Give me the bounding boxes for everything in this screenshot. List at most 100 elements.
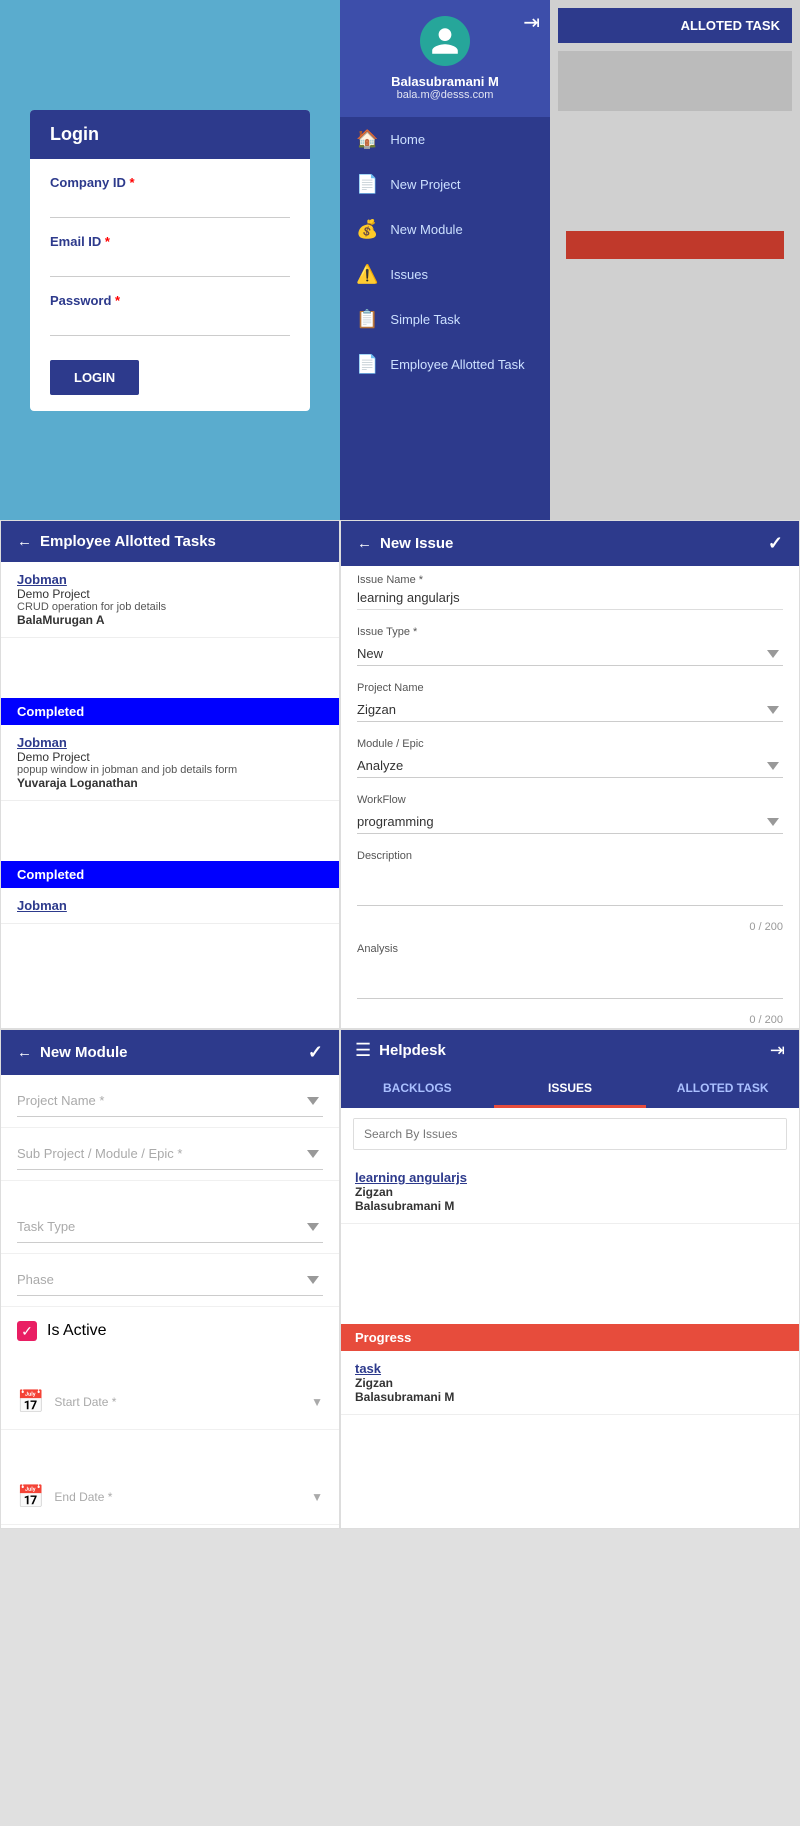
sidebar-item-new-project[interactable]: 📄 New Project [340, 162, 550, 207]
dropdown-arrow-icon[interactable]: ▼ [311, 1395, 323, 1409]
workflow-field: WorkFlow programming [341, 786, 799, 842]
task-item-2: Jobman Demo Project popup window in jobm… [1, 725, 339, 801]
analysis-textarea[interactable] [357, 959, 783, 999]
password-field: Password * [50, 293, 290, 336]
sidebar-item-issues[interactable]: ⚠️ Issues [340, 252, 550, 297]
is-active-row: ✓ Is Active [1, 1307, 339, 1355]
issue-assignee-1: Balasubramani M [355, 1199, 785, 1213]
sidebar-item-label: New Project [390, 177, 460, 192]
new-module-title: New Module [40, 1044, 128, 1061]
back-arrow-icon[interactable]: ← [17, 533, 32, 550]
issue-title-progress[interactable]: task [355, 1361, 785, 1376]
sidebar-user-name: Balasubramani M [356, 74, 534, 89]
is-active-checkbox[interactable]: ✓ [17, 1321, 37, 1341]
sidebar-item-home[interactable]: 🏠 Home [340, 117, 550, 162]
sidebar-panel: Balasubramani M bala.m@desss.com ⇥ 🏠 Hom… [340, 0, 800, 520]
phase-field: Phase [1, 1254, 339, 1307]
company-id-field: Company ID * [50, 175, 290, 218]
description-char-count: 0 / 200 [341, 919, 799, 935]
spacer2 [1, 1355, 339, 1375]
helpdesk-panel: ☰ Helpdesk ⇥ BACKLOGS ISSUES ALLOTED TAS… [340, 1029, 800, 1529]
tab-alloted-task[interactable]: ALLOTED TASK [646, 1071, 799, 1108]
new-module-header: ← New Module ✓ [1, 1030, 339, 1075]
sidebar-item-new-module[interactable]: 💰 New Module [340, 207, 550, 252]
dropdown-arrow-icon-2[interactable]: ▼ [311, 1490, 323, 1504]
task-project-2[interactable]: Jobman [17, 735, 323, 750]
new-module-panel: ← New Module ✓ Project Name * Sub Projec… [0, 1029, 340, 1529]
check-icon-2[interactable]: ✓ [308, 1042, 323, 1063]
description-label: Description [357, 850, 783, 862]
email-label: Email ID * [50, 234, 290, 249]
project-name-field: Project Name Zigzan [341, 674, 799, 730]
task-desc-2: popup window in jobman and job details f… [17, 764, 323, 776]
sidebar-user-wrap: Balasubramani M bala.m@desss.com ⇥ [340, 0, 550, 117]
task-type-select[interactable]: Task Type [17, 1211, 323, 1243]
helpdesk-logout-icon[interactable]: ⇥ [770, 1040, 785, 1061]
task-project[interactable]: Jobman [17, 572, 323, 587]
task-desc: CRUD operation for job details [17, 601, 323, 613]
new-issue-title: New Issue [380, 535, 453, 552]
end-date-row: 📅 End Date * ▼ [1, 1470, 339, 1525]
login-body: Company ID * Email ID * Password * [30, 159, 310, 411]
sidebar-item-emp-allotted[interactable]: 📄 Employee Allotted Task [340, 342, 550, 387]
helpdesk-search [353, 1118, 787, 1150]
password-input[interactable] [50, 312, 290, 336]
tab-issues[interactable]: ISSUES [494, 1071, 647, 1108]
emp-tasks-title: Employee Allotted Tasks [40, 533, 216, 550]
task-name-2: Demo Project [17, 750, 323, 764]
description-textarea[interactable] [357, 866, 783, 906]
issue-title-1[interactable]: learning angularjs [355, 1170, 785, 1185]
emp-tasks-panel: ← Employee Allotted Tasks Jobman Demo Pr… [0, 520, 340, 1029]
check-icon[interactable]: ✓ [768, 533, 783, 554]
password-label: Password * [50, 293, 290, 308]
issue-name-field: Issue Name * learning angularjs [341, 566, 799, 618]
company-id-input[interactable] [50, 194, 290, 218]
task-icon: 📋 [356, 309, 378, 330]
login-header: Login [30, 110, 310, 159]
project-name-select[interactable]: Zigzan [357, 698, 783, 722]
sidebar-menu: Balasubramani M bala.m@desss.com ⇥ 🏠 Hom… [340, 0, 550, 520]
sidebar-item-simple-task[interactable]: 📋 Simple Task [340, 297, 550, 342]
issue-type-select[interactable]: New Bug Enhancement [357, 642, 783, 666]
module-select[interactable]: Analyze [357, 754, 783, 778]
new-issue-panel: ← New Issue ✓ Issue Name * learning angu… [340, 520, 800, 1029]
task-assignee-2: Yuvaraja Loganathan [17, 776, 323, 790]
issue-assignee-progress: Balasubramani M [355, 1390, 785, 1404]
logout-icon[interactable]: ⇥ [523, 10, 540, 35]
analysis-label: Analysis [357, 943, 783, 955]
progress-bar: Progress [341, 1324, 799, 1351]
task-assignee: BalaMurugan A [17, 613, 323, 627]
workflow-select[interactable]: programming [357, 810, 783, 834]
task-project-3[interactable]: Jobman [17, 898, 323, 913]
email-input[interactable] [50, 253, 290, 277]
tab-backlogs[interactable]: BACKLOGS [341, 1071, 494, 1108]
issue-project-1: Zigzan [355, 1185, 785, 1199]
description-field: Description [341, 842, 799, 919]
sidebar-item-label: New Module [390, 222, 462, 237]
project-name-module-select[interactable]: Project Name * [17, 1085, 323, 1117]
calendar-icon-end: 📅 [17, 1484, 44, 1510]
issue-name-label: Issue Name * [357, 574, 783, 586]
project-name-module-field: Project Name * [1, 1075, 339, 1128]
analysis-char-count: 0 / 200 [341, 1012, 799, 1028]
workflow-label: WorkFlow [357, 794, 783, 806]
email-field: Email ID * [50, 234, 290, 277]
login-title: Login [50, 124, 99, 144]
back-arrow-icon-2[interactable]: ← [357, 535, 372, 552]
back-arrow-icon-3[interactable]: ← [17, 1044, 32, 1061]
menu-icon: ☰ [355, 1040, 371, 1061]
task-name: Demo Project [17, 587, 323, 601]
login-button[interactable]: LOGIN [50, 360, 139, 395]
helpdesk-tabs: BACKLOGS ISSUES ALLOTED TASK [341, 1071, 799, 1108]
sidebar-content: ALLOTED TASK [550, 0, 800, 520]
helpdesk-header: ☰ Helpdesk ⇥ [341, 1030, 799, 1071]
sub-project-select[interactable]: Sub Project / Module / Epic * [17, 1138, 323, 1170]
analysis-field: Analysis [341, 935, 799, 1012]
end-date-label: End Date * ▼ [54, 1490, 323, 1504]
phase-select[interactable]: Phase [17, 1264, 323, 1296]
sidebar-item-label: Employee Allotted Task [390, 357, 524, 372]
search-input[interactable] [354, 1119, 786, 1149]
issue-item-progress: task Zigzan Balasubramani M [341, 1351, 799, 1415]
completed-bar-2: Completed [1, 861, 339, 888]
company-id-label: Company ID * [50, 175, 290, 190]
